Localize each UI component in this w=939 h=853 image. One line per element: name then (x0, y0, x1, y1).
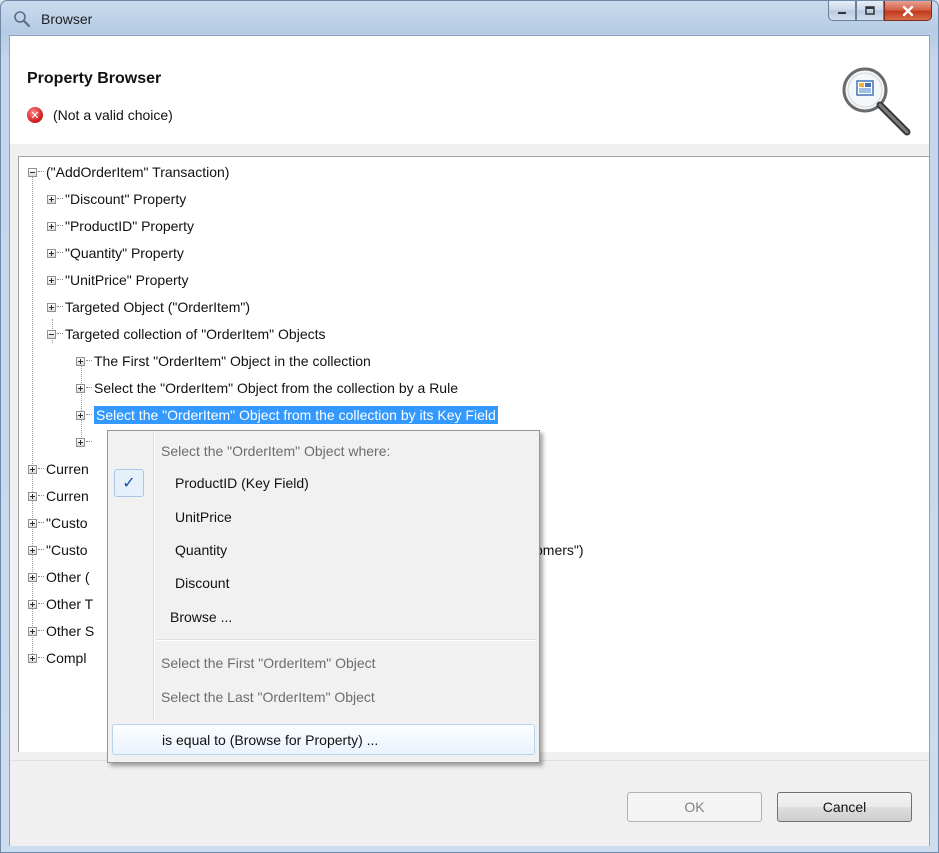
tree-item-label: omers") (535, 542, 584, 558)
error-icon: ✕ (27, 107, 43, 123)
maximize-button[interactable] (856, 1, 884, 21)
menu-item-label: Browse ... (170, 609, 233, 625)
expand-icon[interactable] (47, 194, 56, 204)
tree-item[interactable]: ("AddOrderItem" Transaction) (28, 161, 229, 183)
expand-icon[interactable] (28, 464, 37, 474)
menu-item-select-first: Select the First "OrderItem" Object (108, 647, 539, 679)
minimize-icon (838, 11, 846, 14)
tree-item[interactable]: "ProductID" Property (47, 215, 194, 237)
expand-icon[interactable] (47, 221, 56, 231)
close-icon (902, 5, 914, 16)
context-menu: Select the "OrderItem" Object where: ✓ P… (107, 430, 540, 763)
menu-header: Select the "OrderItem" Object where: (108, 435, 539, 467)
tree-item[interactable]: "Quantity" Property (47, 242, 184, 264)
tree-item-selected[interactable]: Select the "OrderItem" Object from the c… (76, 404, 498, 426)
tree-item-label: Curren (46, 488, 89, 504)
tree-item[interactable]: Other T (28, 593, 93, 615)
page-title: Property Browser (27, 70, 162, 87)
tree-item[interactable]: Other S (28, 620, 94, 642)
caption-buttons (828, 1, 932, 23)
title-bar[interactable]: Browser (1, 1, 938, 35)
expand-icon[interactable] (47, 275, 56, 285)
menu-separator (156, 639, 536, 641)
expand-icon[interactable] (28, 626, 37, 636)
tree-item[interactable]: The First "OrderItem" Object in the coll… (76, 350, 371, 372)
tree-item[interactable]: "Discount" Property (47, 188, 186, 210)
collapse-icon[interactable] (28, 167, 37, 177)
menu-item-label: ProductID (Key Field) (175, 475, 309, 491)
close-button[interactable] (884, 1, 932, 21)
expand-icon[interactable] (47, 248, 56, 258)
menu-item-label: is equal to (Browse for Property) ... (162, 731, 379, 748)
menu-item-label: UnitPrice (175, 509, 232, 525)
menu-item-label: Select the Last "OrderItem" Object (161, 689, 375, 705)
tree-item[interactable]: Targeted collection of "OrderItem" Objec… (47, 323, 326, 345)
tree-item[interactable]: "Custo (28, 512, 88, 534)
ok-button[interactable]: OK (627, 792, 762, 822)
dialog-header: Property Browser ✕ (Not a valid choice) (10, 36, 929, 145)
collapse-icon[interactable] (47, 329, 56, 339)
menu-item-label: Quantity (175, 542, 228, 558)
tree-item-label: "ProductID" Property (65, 218, 194, 234)
expand-icon[interactable] (28, 491, 37, 501)
tree-item-label: ("AddOrderItem" Transaction) (46, 164, 230, 180)
tree-item-label: "Custo (46, 542, 88, 558)
tree-item-label: "UnitPrice" Property (65, 272, 189, 288)
tree-item[interactable]: Curren (28, 485, 89, 507)
tree-item-label: Other S (46, 623, 95, 639)
tree-item[interactable]: Curren (28, 458, 89, 480)
cancel-button[interactable]: Cancel (777, 792, 912, 822)
minimize-button[interactable] (828, 1, 856, 21)
tree-item[interactable]: Targeted Object ("OrderItem") (47, 296, 250, 318)
menu-item-label: Discount (175, 575, 230, 591)
tree-item-label: Other ( (46, 569, 90, 585)
expand-icon[interactable] (28, 572, 37, 582)
tree-item[interactable]: "Custo (28, 539, 88, 561)
error-message: ✕ (Not a valid choice) (27, 107, 173, 123)
magnifier-icon (842, 67, 911, 136)
expand-icon[interactable] (47, 302, 56, 312)
tree-item-label: "Custo (46, 515, 88, 531)
menu-item-select-last: Select the Last "OrderItem" Object (108, 681, 539, 713)
maximize-icon (865, 5, 875, 15)
menu-item-unitprice[interactable]: UnitPrice (108, 501, 539, 533)
tree-item-label: Other T (46, 596, 94, 612)
tree-item[interactable]: Other ( (28, 566, 90, 588)
expand-icon[interactable] (28, 545, 37, 555)
tree-item-trailing-text: omers") (535, 539, 584, 561)
expand-icon[interactable] (76, 356, 85, 366)
check-icon: ✓ (114, 469, 144, 497)
menu-item-quantity[interactable]: Quantity (108, 534, 539, 566)
expand-icon[interactable] (76, 437, 85, 447)
window-title: Browser (41, 11, 93, 27)
menu-item-discount[interactable]: Discount (108, 567, 539, 599)
expand-icon[interactable] (76, 410, 85, 420)
tree-item-label: The First "OrderItem" Object in the coll… (94, 353, 371, 369)
tree-item-label: Compl (46, 650, 87, 666)
menu-item-browse[interactable]: Browse ... (108, 601, 539, 633)
menu-item-label: Select the First "OrderItem" Object (161, 655, 376, 671)
tree-item-label: Select the "OrderItem" Object from the c… (94, 380, 458, 396)
tree-item[interactable] (76, 431, 94, 453)
tree-item-label: Targeted collection of "OrderItem" Objec… (65, 326, 326, 342)
expand-icon[interactable] (28, 518, 37, 528)
tree-item[interactable]: "UnitPrice" Property (47, 269, 189, 291)
tree-item-label: Curren (46, 461, 89, 477)
tree-item-label: Targeted Object ("OrderItem") (65, 299, 251, 315)
tree-item-label: "Quantity" Property (65, 245, 184, 261)
tree-item[interactable]: Select the "OrderItem" Object from the c… (76, 377, 458, 399)
dialog-footer: OK Cancel (10, 760, 929, 846)
expand-icon[interactable] (28, 599, 37, 609)
expand-icon[interactable] (28, 653, 37, 663)
expand-icon[interactable] (76, 383, 85, 393)
menu-item-productid[interactable]: ✓ ProductID (Key Field) (108, 467, 539, 499)
menu-header-label: Select the "OrderItem" Object where: (161, 443, 391, 459)
tree-item[interactable]: Compl (28, 647, 86, 669)
error-text: (Not a valid choice) (53, 107, 173, 123)
tree-item-label: Select the "OrderItem" Object from the c… (94, 406, 498, 424)
search-icon (14, 11, 31, 28)
tree-item-label: "Discount" Property (65, 191, 187, 207)
menu-item-is-equal-to[interactable]: is equal to (Browse for Property) ... (112, 724, 535, 755)
